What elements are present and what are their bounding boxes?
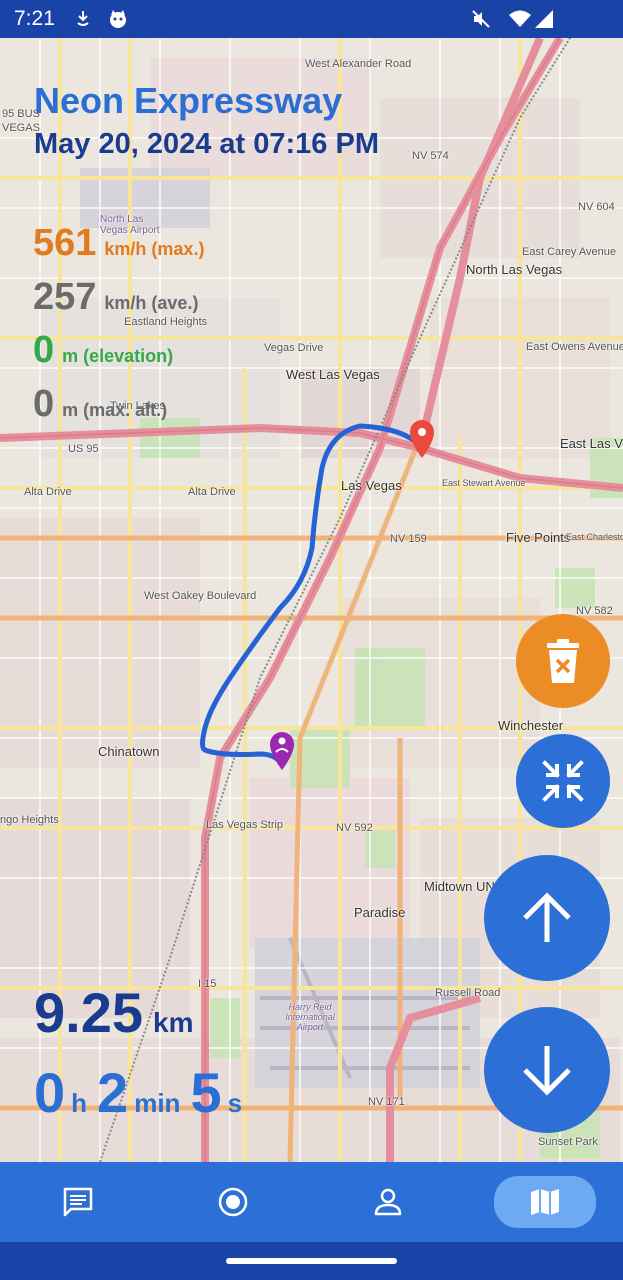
nav-item-profile[interactable] — [364, 1178, 412, 1226]
map-label: East Owens Avenue — [526, 341, 623, 353]
map-icon — [531, 1189, 559, 1215]
duration-hours-unit: h — [71, 1088, 88, 1118]
distance-display: 9.25 km — [34, 980, 193, 1045]
delete-button[interactable] — [516, 614, 610, 708]
status-bar: 7:21 — [0, 0, 623, 38]
distance-value: 9.25 — [34, 981, 143, 1044]
trip-datetime: May 20, 2024 at 07:16 PM — [34, 128, 379, 160]
nav-item-chat[interactable] — [54, 1178, 102, 1226]
map-label: Sunset Park — [538, 1136, 598, 1148]
record-icon — [218, 1187, 248, 1217]
avg-speed-stat: 257 km/h (ave.) — [33, 276, 198, 319]
map-label: East Las Veg — [560, 436, 623, 451]
map-label: NV 592 — [336, 822, 373, 834]
avg-speed-unit: km/h (ave.) — [104, 293, 199, 313]
max-speed-stat: 561 km/h (max.) — [33, 222, 204, 265]
map-label: Alta Drive — [188, 486, 236, 498]
duration-seconds-unit: s — [227, 1088, 243, 1118]
map-label: NV 159 — [390, 533, 427, 545]
max-altitude-value: 0 — [33, 383, 55, 425]
map-label: Chinatown — [98, 744, 160, 759]
elevation-unit: m (elevation) — [62, 346, 174, 366]
gesture-area — [0, 1242, 623, 1280]
trip-title: Neon Expressway — [34, 80, 343, 121]
collapse-icon — [542, 760, 584, 802]
bottom-navigation — [0, 1162, 623, 1242]
person-icon — [374, 1188, 402, 1216]
arrow-up-icon — [523, 892, 571, 942]
max-speed-unit: km/h (max.) — [104, 239, 205, 259]
scroll-up-button[interactable] — [484, 855, 610, 981]
map-label: I 15 — [198, 978, 217, 990]
map-label: NV 604 — [578, 201, 615, 213]
map-label: NV 574 — [412, 150, 449, 162]
map-label: Russell Road — [435, 987, 501, 999]
map-label: Alta Drive — [24, 486, 72, 498]
map-label: East Charlesto — [566, 532, 623, 542]
map-label: Harry Reid International Airport — [285, 1002, 335, 1032]
map-label: West Alexander Road — [305, 58, 412, 70]
duration-minutes-unit: min — [134, 1088, 181, 1118]
map-label: Las Vegas — [341, 478, 402, 493]
map-label: East Stewart Avenue — [442, 478, 526, 488]
avg-speed-value: 257 — [33, 276, 97, 318]
chat-icon — [63, 1187, 93, 1217]
map-label: Winchester — [498, 718, 564, 733]
nav-item-map[interactable] — [494, 1176, 596, 1228]
elevation-stat: 0 m (elevation) — [33, 329, 173, 372]
map-label: NV 171 — [368, 1096, 405, 1108]
status-time: 7:21 — [14, 7, 55, 30]
signal-icon — [535, 10, 553, 28]
scroll-down-button[interactable] — [484, 1007, 610, 1133]
map-label: NV 582 — [576, 605, 613, 617]
map-label: East Carey Avenue — [522, 246, 616, 258]
duration-display: 0 h 2 min 5 s — [34, 1060, 252, 1125]
map-label: Five Points — [506, 530, 571, 545]
max-speed-value: 561 — [33, 222, 97, 264]
delete-icon — [547, 639, 579, 683]
gesture-handle[interactable] — [226, 1258, 397, 1264]
map-label: US 95 — [68, 443, 99, 455]
download-status-icon — [77, 11, 89, 26]
map-label: ngo Heights — [0, 814, 59, 826]
wifi-icon — [509, 10, 531, 27]
cat-face-icon — [110, 10, 126, 28]
distance-unit: km — [153, 1007, 194, 1038]
map-label: Paradise — [354, 905, 406, 920]
max-altitude-stat: 0 m (max. alt.) — [33, 383, 167, 426]
duration-hours: 0 — [34, 1061, 66, 1124]
duration-minutes: 2 — [97, 1061, 129, 1124]
map-label: West Las Vegas — [286, 367, 380, 382]
mute-icon — [472, 10, 490, 28]
collapse-button[interactable] — [516, 734, 610, 828]
arrow-down-icon — [523, 1046, 571, 1096]
map-label: North Las Vegas — [466, 262, 563, 277]
duration-seconds: 5 — [190, 1061, 222, 1124]
map-label: Vegas Drive — [264, 342, 324, 354]
elevation-value: 0 — [33, 329, 55, 371]
max-altitude-unit: m (max. alt.) — [62, 400, 168, 420]
nav-item-record[interactable] — [209, 1178, 257, 1226]
map-label: Las Vegas Strip — [206, 819, 284, 831]
map-label: West Oakey Boulevard — [144, 590, 257, 602]
